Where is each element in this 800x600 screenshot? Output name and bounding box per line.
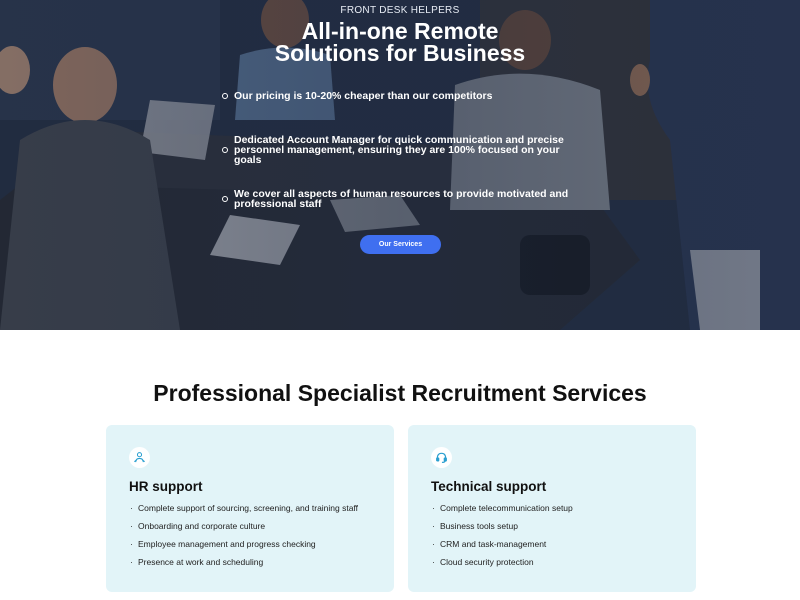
hero-title: All-in-one Remote Solutions for Business: [0, 18, 800, 66]
service-card-title: Technical support: [431, 479, 547, 494]
hero-feature-text: professional staff: [234, 198, 322, 210]
headset-icon: [431, 447, 452, 468]
bullet-circle-icon: [222, 196, 228, 202]
list-item: · Presence at work and scheduling: [130, 557, 264, 567]
hero-title-line-1: All-in-one Remote: [301, 18, 499, 44]
service-card-title: HR support: [129, 479, 203, 494]
list-item: · Cloud security protection: [432, 557, 534, 567]
hr-person-icon: [129, 447, 150, 468]
list-item: · CRM and task-management: [432, 539, 547, 549]
hero-title-line-2: Solutions for Business: [274, 40, 526, 66]
our-services-button[interactable]: Our Services: [360, 235, 441, 254]
hero-feature-text: personnel management, ensuring they are …: [234, 144, 560, 166]
service-card-list: · Complete support of sourcing, screening…: [129, 502, 358, 574]
services-section-title: Professional Specialist Recruitment Serv…: [153, 380, 647, 406]
hero-section: FRONT DESK HELPERS All-in-one Remote Sol…: [0, 0, 800, 330]
hero-feature-item: We cover all aspects of human resources …: [222, 189, 582, 209]
service-card-list: · Complete telecommunication setup · Busin…: [431, 502, 573, 574]
hero-feature-text: Our pricing is 10-20% cheaper than our c…: [234, 90, 493, 102]
list-item: · Onboarding and corporate culture: [130, 521, 266, 531]
hero-eyebrow: FRONT DESK HELPERS: [340, 5, 460, 16]
service-card-hr-support: HR support · Complete support of sourcing…: [106, 425, 394, 592]
list-item: · Employee management and progress checki…: [130, 539, 316, 549]
hero-feature-item: Dedicated Account Manager for quick comm…: [222, 135, 582, 165]
bullet-circle-icon: [222, 93, 228, 99]
hero-feature-item: Our pricing is 10-20% cheaper than our c…: [222, 91, 582, 101]
list-item: · Complete support of sourcing, screening…: [130, 503, 359, 513]
list-item: · Complete telecommunication setup: [432, 503, 573, 513]
service-card-technical-support: Technical support · Complete telecommunic…: [408, 425, 696, 592]
bullet-circle-icon: [222, 147, 228, 153]
list-item: · Business tools setup: [432, 521, 518, 531]
